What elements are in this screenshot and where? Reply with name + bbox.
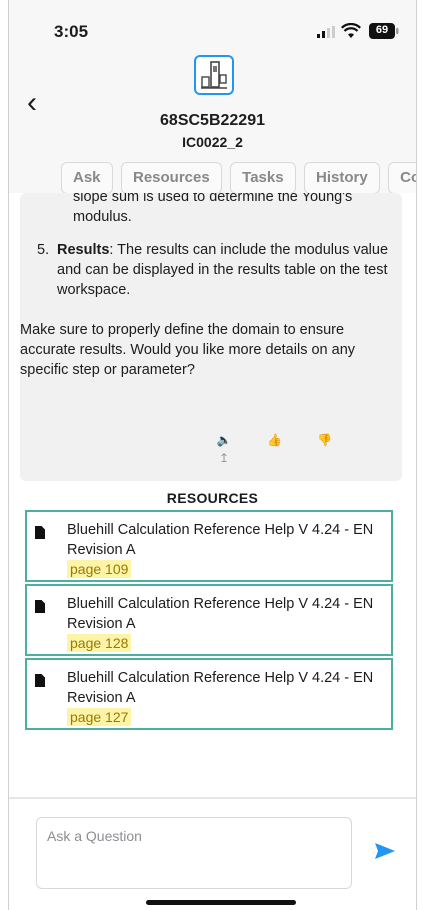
wifi-icon	[341, 23, 361, 38]
closing-text: Make sure to properly define the domain …	[20, 322, 356, 378]
assistant-message: slope sum is used to determine the Young…	[20, 193, 402, 481]
resource-page[interactable]: page 128	[67, 634, 132, 652]
resource-item[interactable]: Bluehill Calculation Reference Help V 4.…	[25, 510, 393, 582]
share-icon[interactable]: ↥	[216, 451, 232, 465]
tab-ask[interactable]: Ask	[61, 162, 113, 194]
resource-title: Bluehill Calculation Reference Help V 4.…	[67, 522, 374, 558]
send-icon[interactable]	[375, 843, 395, 859]
document-icon	[35, 526, 45, 539]
device-icon	[194, 55, 234, 95]
thumbs-down-icon[interactable]: 👎	[317, 433, 333, 447]
document-icon	[35, 600, 45, 613]
step-title: Results	[57, 242, 110, 258]
device-sub: IC0022_2	[182, 134, 243, 150]
tab-bar: Ask Resources Tasks History Con	[61, 162, 416, 194]
speaker-icon[interactable]: 🔈	[216, 433, 232, 447]
resource-title: Bluehill Calculation Reference Help V 4.…	[67, 670, 374, 706]
resource-page[interactable]: page 109	[67, 560, 132, 578]
feedback-bar: 🔈 👍 👎 ↥	[216, 431, 402, 467]
app-frame: 3:05 69 ‹ 68SC5B22291 IC0022_2 Ask Resou…	[8, 0, 417, 910]
message-fragment: slope sum is used to determine the Young…	[73, 193, 353, 225]
status-time: 3:05	[54, 22, 89, 41]
input-area: Ask a Question	[9, 797, 416, 910]
resource-page[interactable]: page 127	[67, 708, 132, 726]
resources-title: RESOURCES	[166, 490, 259, 506]
resource-item[interactable]: Bluehill Calculation Reference Help V 4.…	[25, 584, 393, 656]
resource-item[interactable]: Bluehill Calculation Reference Help V 4.…	[25, 658, 393, 730]
tab-con[interactable]: Con	[388, 162, 416, 194]
tab-tasks[interactable]: Tasks	[230, 162, 296, 194]
question-input[interactable]: Ask a Question	[36, 817, 352, 889]
battery-level: 69	[375, 24, 389, 36]
chat-content[interactable]: slope sum is used to determine the Young…	[9, 193, 416, 802]
thumbs-up-icon[interactable]: 👍	[266, 433, 282, 447]
battery-icon: 69	[369, 23, 399, 44]
step-number: 5.	[37, 242, 50, 258]
device-id: 68SC5B22291	[160, 112, 265, 129]
results-step: 5. Results: The results can include the …	[20, 240, 402, 300]
question-placeholder: Ask a Question	[47, 828, 142, 844]
resource-title: Bluehill Calculation Reference Help V 4.…	[67, 596, 374, 632]
document-icon	[35, 674, 45, 687]
home-indicator	[146, 900, 296, 905]
tab-history[interactable]: History	[304, 162, 380, 194]
tab-resources[interactable]: Resources	[120, 162, 222, 194]
signal-icon	[317, 26, 335, 38]
